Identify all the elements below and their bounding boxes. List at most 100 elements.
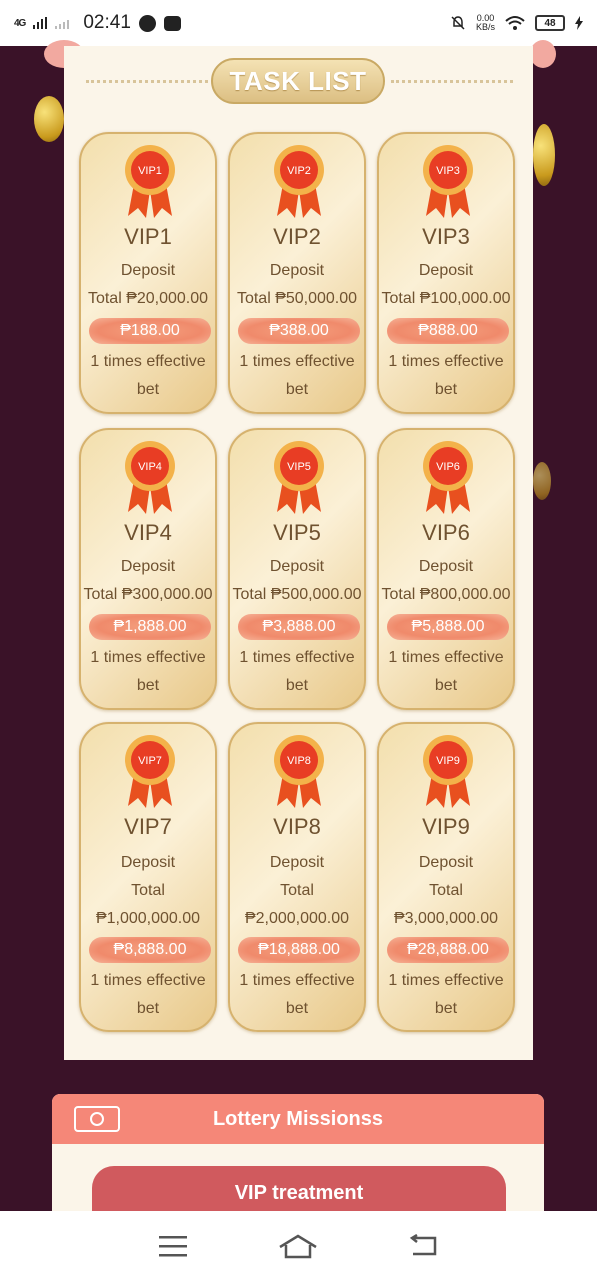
reward-pill: ₱18,888.00: [238, 937, 360, 963]
lottery-missions-section: Lottery Missionss VIP treatment: [52, 1094, 544, 1224]
deposit-label: Deposit: [120, 262, 176, 279]
back-button[interactable]: [404, 1229, 444, 1263]
vip-medal-icon: VIP4: [125, 441, 175, 514]
reward-pill: ₱8,888.00: [89, 937, 211, 963]
vip-medal-icon: VIP1: [125, 145, 175, 218]
reward-pill: ₱1,888.00: [89, 614, 211, 640]
decor-coin-right: [533, 124, 555, 186]
bet-requirement-2: bet: [434, 381, 458, 398]
deposit-total: Total ₱100,000.00: [381, 290, 511, 307]
task-list-title: TASK LIST: [211, 58, 385, 104]
vip-card-9[interactable]: VIP9 VIP9 Deposit Total ₱3,000,000.00 ₱2…: [377, 722, 515, 1032]
vip-card-6[interactable]: VIP6 VIP6 Deposit Total ₱800,000.00 ₱5,8…: [377, 428, 515, 710]
vip-level: VIP9: [422, 814, 470, 839]
netspeed-unit: KB/s: [475, 22, 495, 32]
medal-label: VIP8: [287, 755, 311, 767]
task-list-header: TASK LIST: [64, 58, 533, 104]
system-navbar: [0, 1211, 597, 1280]
vip-card-3[interactable]: VIP3 VIP3 Deposit Total ₱100,000.00 ₱888…: [377, 132, 515, 414]
vip-medal-icon: VIP9: [423, 735, 473, 808]
deposit-total: Total ₱50,000.00: [236, 290, 358, 307]
bet-requirement: 1 times effective: [90, 972, 206, 989]
medal-label: VIP5: [287, 461, 311, 473]
deposit-total-label: Total: [131, 882, 165, 899]
wifi-icon: [505, 16, 525, 30]
bet-requirement: 1 times effective: [388, 353, 504, 370]
charging-icon: [575, 16, 583, 30]
bet-requirement: 1 times effective: [388, 649, 504, 666]
gallery-icon: [163, 15, 181, 31]
medal-label: VIP1: [138, 165, 162, 177]
medal-label: VIP3: [436, 165, 460, 177]
bet-requirement: 1 times effective: [239, 353, 355, 370]
status-bar: 4G 02:41 0.00 KB/s 48: [0, 0, 597, 46]
money-bill-icon: [74, 1106, 120, 1132]
decor-pink-right: [530, 40, 556, 68]
reward-pill: ₱888.00: [387, 318, 509, 344]
vip-level: VIP1: [124, 224, 172, 249]
deposit-total-label: Total: [429, 882, 463, 899]
medal-label: VIP2: [287, 165, 311, 177]
deposit-label: Deposit: [269, 262, 325, 279]
menu-button[interactable]: [153, 1229, 193, 1263]
telegram-icon: [138, 14, 156, 32]
deposit-total: Total ₱300,000.00: [83, 586, 213, 603]
deposit-label: Deposit: [269, 854, 325, 871]
deposit-total-amount: ₱1,000,000.00: [95, 910, 201, 927]
decor-coin-left: [34, 96, 64, 142]
bet-requirement-2: bet: [136, 1000, 160, 1017]
deposit-total: Total ₱800,000.00: [381, 586, 511, 603]
status-left: 4G 02:41: [14, 12, 181, 34]
medal-label: VIP7: [138, 755, 162, 767]
bet-requirement-2: bet: [285, 381, 309, 398]
home-icon: [279, 1234, 318, 1258]
decor-coin-right-2: [533, 462, 551, 500]
vip-medal-icon: VIP6: [423, 441, 473, 514]
bet-requirement-2: bet: [285, 1000, 309, 1017]
bet-requirement-2: bet: [434, 1000, 458, 1017]
vip-card-4[interactable]: VIP4 VIP4 Deposit Total ₱300,000.00 ₱1,8…: [79, 428, 217, 710]
deposit-label: Deposit: [418, 262, 474, 279]
menu-icon: [158, 1235, 187, 1256]
reward-pill: ₱28,888.00: [387, 937, 509, 963]
network-type: 4G: [14, 17, 26, 29]
reward-pill: ₱3,888.00: [238, 614, 360, 640]
vip-card-1[interactable]: VIP1 VIP1 Deposit Total ₱20,000.00 ₱188.…: [79, 132, 217, 414]
signal-icon: [33, 17, 48, 29]
medal-label: VIP9: [436, 755, 460, 767]
title-divider-left: [86, 80, 208, 83]
signal-2-icon: [55, 20, 70, 29]
reward-pill: ₱388.00: [238, 318, 360, 344]
bet-requirement: 1 times effective: [239, 649, 355, 666]
vip-medal-icon: VIP2: [274, 145, 324, 218]
vip-level: VIP4: [124, 520, 172, 545]
deposit-total-amount: ₱3,000,000.00: [393, 910, 499, 927]
deposit-label: Deposit: [120, 854, 176, 871]
vip-medal-icon: VIP3: [423, 145, 473, 218]
deposit-total: Total ₱500,000.00: [232, 586, 362, 603]
bet-requirement: 1 times effective: [388, 972, 504, 989]
vip-card-2[interactable]: VIP2 VIP2 Deposit Total ₱50,000.00 ₱388.…: [228, 132, 366, 414]
clock: 02:41: [83, 12, 131, 33]
netspeed: 0.00 KB/s: [476, 14, 495, 32]
lottery-title: Lottery Missionss: [212, 1107, 384, 1130]
title-divider-right: [391, 80, 513, 83]
vip-card-8[interactable]: VIP8 VIP8 Deposit Total ₱2,000,000.00 ₱1…: [228, 722, 366, 1032]
bet-requirement: 1 times effective: [90, 353, 206, 370]
bet-requirement: 1 times effective: [239, 972, 355, 989]
bet-requirement-2: bet: [434, 677, 458, 694]
vip-medal-icon: VIP7: [125, 735, 175, 808]
reward-pill: ₱188.00: [89, 318, 211, 344]
deposit-label: Deposit: [418, 558, 474, 575]
vip-card-7[interactable]: VIP7 VIP7 Deposit Total ₱1,000,000.00 ₱8…: [79, 722, 217, 1032]
vip-card-5[interactable]: VIP5 VIP5 Deposit Total ₱500,000.00 ₱3,8…: [228, 428, 366, 710]
home-button[interactable]: [278, 1229, 318, 1263]
task-list-panel: TASK LIST VIP1 VIP1 Deposit Total ₱20,00…: [64, 46, 533, 1060]
vip-medal-icon: VIP5: [274, 441, 324, 514]
status-right: 0.00 KB/s 48: [450, 14, 583, 32]
deposit-label: Deposit: [120, 558, 176, 575]
reward-pill: ₱5,888.00: [387, 614, 509, 640]
deposit-label: Deposit: [418, 854, 474, 871]
deposit-total-amount: ₱2,000,000.00: [244, 910, 350, 927]
medal-label: VIP4: [138, 461, 162, 473]
